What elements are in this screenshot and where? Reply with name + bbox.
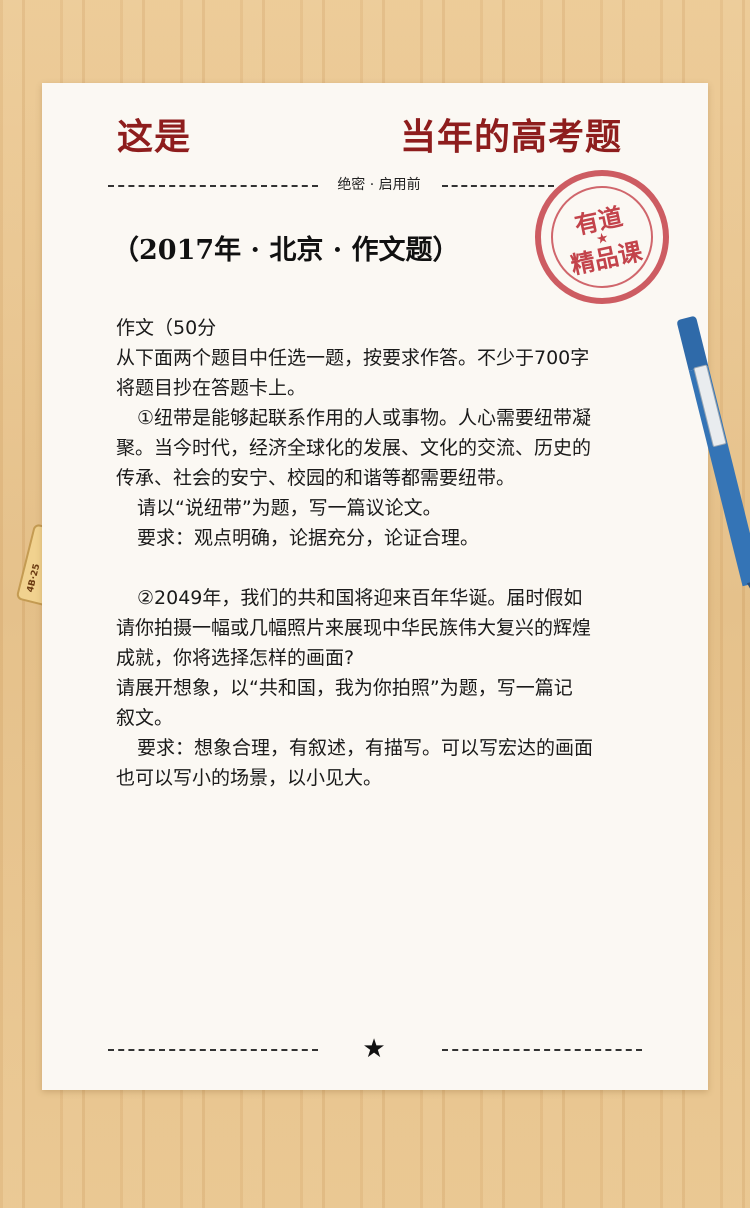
header-divider-right xyxy=(442,185,554,187)
content-line: ①纽带是能够起联系作用的人或事物。人心需要纽带凝 xyxy=(137,407,592,429)
content-line: 请以“说纽带”为题，写一篇议论文。 xyxy=(137,497,442,519)
exam-subtitle: （2017年 · 北京 · 作文题） xyxy=(112,235,460,266)
content-line: 成就，你将选择怎样的画面? xyxy=(116,647,355,669)
content-line: 也可以写小的场景，以小见大。 xyxy=(116,767,383,789)
content-line: 传承、社会的安宁、校园的和谐等都需要纽带。 xyxy=(116,467,516,489)
content-line: 要求：想象合理，有叙述，有描写。可以写宏达的画面 xyxy=(137,737,594,759)
header-divider-left xyxy=(108,185,318,187)
page-title-right: 当年的高考题 xyxy=(400,116,623,158)
exam-content: 作文（50分 从下面两个题目中任选一题，按要求作答。不少于700字 将题目抄在答… xyxy=(116,313,656,793)
footer-divider-right xyxy=(442,1049,642,1051)
eraser-label: 4B·25 xyxy=(25,562,43,594)
footer-divider-left xyxy=(108,1049,318,1051)
star-icon: ★ xyxy=(362,1034,386,1064)
content-line: 叙文。 xyxy=(116,707,174,729)
content-line: 从下面两个题目中任选一题，按要求作答。不少于700字 xyxy=(116,347,590,369)
content-line: 请展开想象，以“共和国，我为你拍照”为题，写一篇记 xyxy=(116,677,573,699)
content-line: 作文（50分 xyxy=(116,317,217,339)
content-line: 将题目抄在答题卡上。 xyxy=(116,377,307,399)
content-line: ②2049年，我们的共和国将迎来百年华诞。届时假如 xyxy=(137,587,583,609)
content-line: 要求：观点明确，论据充分，论证合理。 xyxy=(137,527,480,549)
content-line: 请你拍摄一幅或几幅照片来展现中华民族伟大复兴的辉煌 xyxy=(116,617,592,639)
content-line: 聚。当今时代，经济全球化的发展、文化的交流、历史的 xyxy=(116,437,592,459)
confidential-label: 绝密 · 启用前 xyxy=(337,177,421,193)
page-title-left: 这是 xyxy=(117,116,192,158)
